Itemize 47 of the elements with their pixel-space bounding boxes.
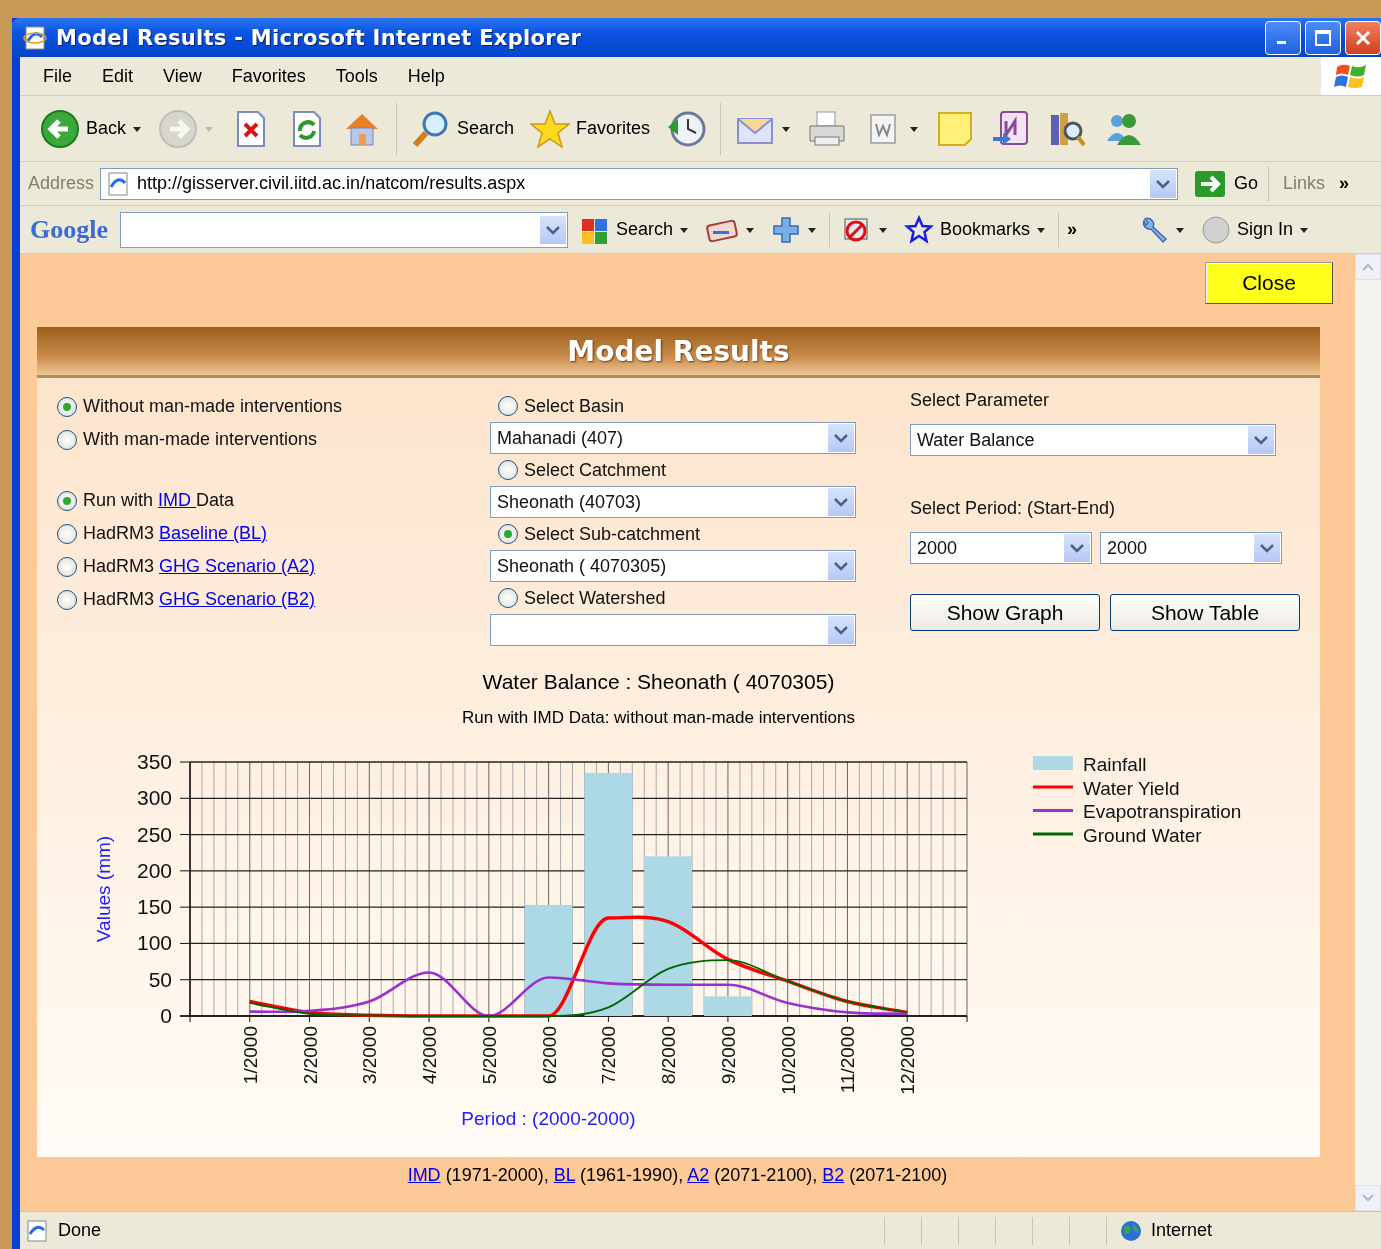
footnote-text: IMD (1971-2000), BL (1961-1990), A2 (2071-2100), B2 (2071-2100) bbox=[406, 1165, 949, 1186]
radio-label: Without man-made interventions bbox=[83, 396, 343, 417]
tick-label: 300 bbox=[136, 786, 172, 810]
radio-label: Select Sub-catchment bbox=[524, 523, 701, 545]
tick-label: 1/2000 bbox=[239, 1026, 261, 1085]
radio-label: HadRM3 GHG Scenario (B2) bbox=[83, 589, 316, 610]
radio-label: Select Watershed bbox=[524, 587, 666, 609]
radio-label: Select Basin bbox=[524, 395, 625, 417]
tick-label: 12/2000 bbox=[897, 1026, 919, 1095]
window-title: Model Results - Microsoft Internet Explorer bbox=[56, 25, 582, 50]
radio-label: Run with IMD Data bbox=[83, 490, 235, 511]
radio-label: HadRM3 GHG Scenario (A2) bbox=[83, 556, 316, 577]
zone-text: Internet bbox=[1151, 1220, 1213, 1241]
tick-label: 350 bbox=[136, 750, 172, 773]
tick-label: 2/2000 bbox=[299, 1026, 321, 1085]
axis-title: Values (mm) bbox=[93, 835, 114, 943]
tick-label: 9/2000 bbox=[717, 1026, 739, 1085]
tick-label: 250 bbox=[136, 822, 172, 846]
legend-label: Evapotranspiration bbox=[1083, 801, 1242, 822]
chart-title: Water Balance : Sheonath ( 4070305) bbox=[482, 670, 835, 694]
radio-label: Select Catchment bbox=[524, 459, 667, 481]
tick-label: 100 bbox=[136, 931, 172, 955]
google-logo: Google bbox=[30, 214, 108, 245]
legend-label: Ground Water bbox=[1083, 824, 1202, 846]
tick-label: 11/2000 bbox=[837, 1026, 859, 1094]
tick-label: 7/2000 bbox=[598, 1026, 620, 1085]
tick-label: 50 bbox=[148, 967, 172, 991]
tick-label: 200 bbox=[136, 858, 172, 882]
panel-title: Model Results bbox=[567, 334, 790, 368]
axis-title: Period : (2000-2000) bbox=[461, 1108, 636, 1129]
tick-label: 4/2000 bbox=[419, 1026, 441, 1085]
field-label: Select Period: (Start-End) bbox=[910, 498, 1117, 520]
field-label: Select Parameter bbox=[910, 390, 1051, 412]
legend-label: Water Yield bbox=[1083, 777, 1180, 799]
tick-label: 5/2000 bbox=[478, 1026, 500, 1085]
address-label: Address bbox=[28, 173, 95, 194]
tick-label: 8/2000 bbox=[658, 1026, 680, 1085]
tick-label: 6/2000 bbox=[538, 1026, 560, 1085]
tick-label: 3/2000 bbox=[359, 1026, 381, 1085]
tick-label: 150 bbox=[136, 895, 172, 919]
status-text: Done bbox=[58, 1220, 102, 1241]
tick-label: 0 bbox=[160, 1004, 172, 1027]
chart-subtitle: Run with IMD Data: without man-made interventions bbox=[461, 708, 856, 728]
radio-label: HadRM3 Baseline (BL) bbox=[83, 523, 268, 544]
radio-label: With man-made interventions bbox=[83, 429, 318, 450]
legend-label: Rainfall bbox=[1083, 754, 1147, 775]
tick-label: 10/2000 bbox=[777, 1026, 799, 1095]
